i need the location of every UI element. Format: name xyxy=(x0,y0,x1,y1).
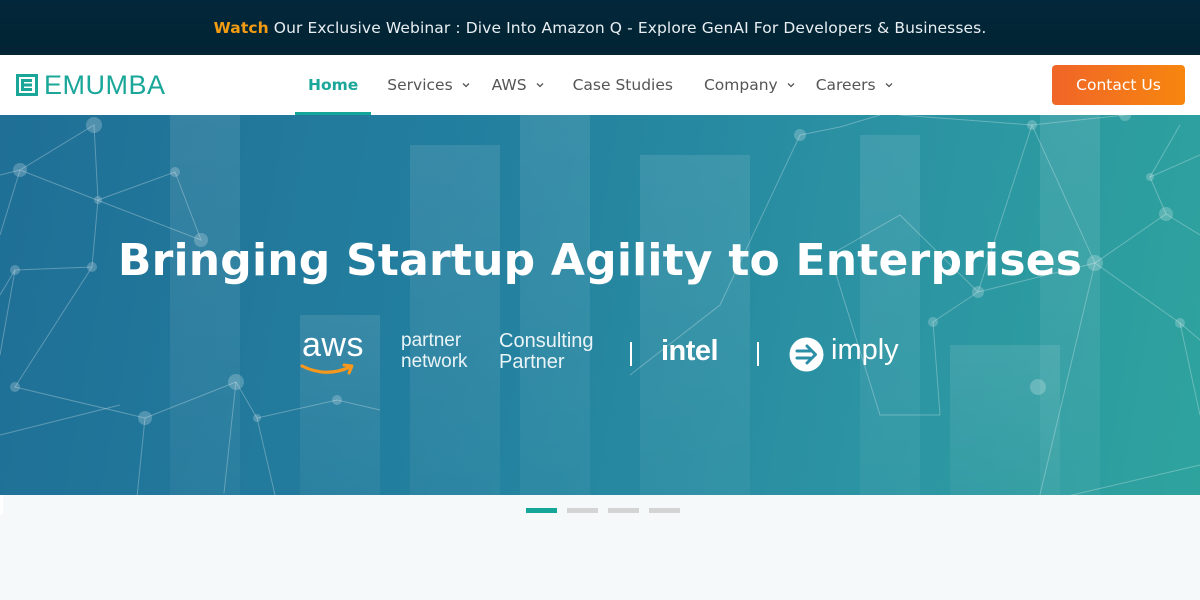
emumba-logo-icon xyxy=(16,74,38,96)
aws-partner-line2: network xyxy=(401,351,468,372)
imply-arrow-icon xyxy=(789,337,824,372)
aws-partner-network-text: partner network xyxy=(401,330,468,372)
nav-item-label: Case Studies xyxy=(572,76,673,94)
nav-item-company[interactable]: Company xyxy=(704,55,795,115)
nav-item-services[interactable]: Services xyxy=(387,55,470,115)
chevron-down-icon xyxy=(536,81,544,89)
hero-title: Bringing Startup Agility to Enterprises xyxy=(117,235,1083,286)
aws-smile-icon xyxy=(300,363,354,375)
partner-divider xyxy=(630,342,632,366)
announcement-bar[interactable]: Watch Our Exclusive Webinar : Dive Into … xyxy=(0,0,1200,55)
aws-wordmark: aws xyxy=(302,326,364,364)
chevron-down-icon xyxy=(462,81,470,89)
aws-tier-line2: Partner xyxy=(499,351,565,373)
brand-name: EMUMBA xyxy=(44,69,166,100)
contact-us-button[interactable]: Contact Us xyxy=(1052,65,1185,105)
partner-divider xyxy=(757,342,759,366)
nav-item-label: Home xyxy=(308,76,359,94)
network-background-graphic xyxy=(0,115,1200,495)
chevron-down-icon xyxy=(885,81,893,89)
nav-item-aws[interactable]: AWS xyxy=(492,55,544,115)
imply-logo: imply xyxy=(831,334,899,366)
slide-indicator-3[interactable] xyxy=(608,508,639,513)
nav-item-case-studies[interactable]: Case Studies xyxy=(573,55,673,115)
nav-item-label: Careers xyxy=(815,76,876,94)
nav-menu: Home Services AWS Case Studies Company C… xyxy=(295,55,893,115)
slider-pagination xyxy=(526,508,680,513)
slide-indicator-1[interactable] xyxy=(526,508,557,513)
aws-consulting-partner-text: Consulting Partner xyxy=(499,331,594,373)
nav-item-label: Company xyxy=(703,76,778,94)
announcement-text[interactable]: Our Exclusive Webinar : Dive Into Amazon… xyxy=(274,19,987,37)
edge-notch xyxy=(0,495,3,515)
nav-item-careers[interactable]: Careers xyxy=(816,55,893,115)
partner-logos: aws partner network Consulting Partner i… xyxy=(0,326,1200,384)
slide-indicator-2[interactable] xyxy=(567,508,598,513)
nav-item-label: Services xyxy=(387,76,453,94)
hero-banner: Bringing Startup Agility to Enterprises … xyxy=(0,115,1200,495)
intel-logo: intel xyxy=(661,335,719,367)
main-navigation: EMUMBA Home Services AWS Case Studies Co… xyxy=(0,55,1200,115)
aws-partner-line1: partner xyxy=(401,330,462,351)
slide-indicator-4[interactable] xyxy=(649,508,680,513)
chevron-down-icon xyxy=(787,81,795,89)
aws-tier-line1: Consulting xyxy=(499,330,594,352)
nav-item-label: AWS xyxy=(491,76,527,94)
brand-logo[interactable]: EMUMBA xyxy=(16,70,166,100)
nav-item-home[interactable]: Home xyxy=(295,55,372,115)
announcement-highlight[interactable]: Watch xyxy=(214,19,269,37)
